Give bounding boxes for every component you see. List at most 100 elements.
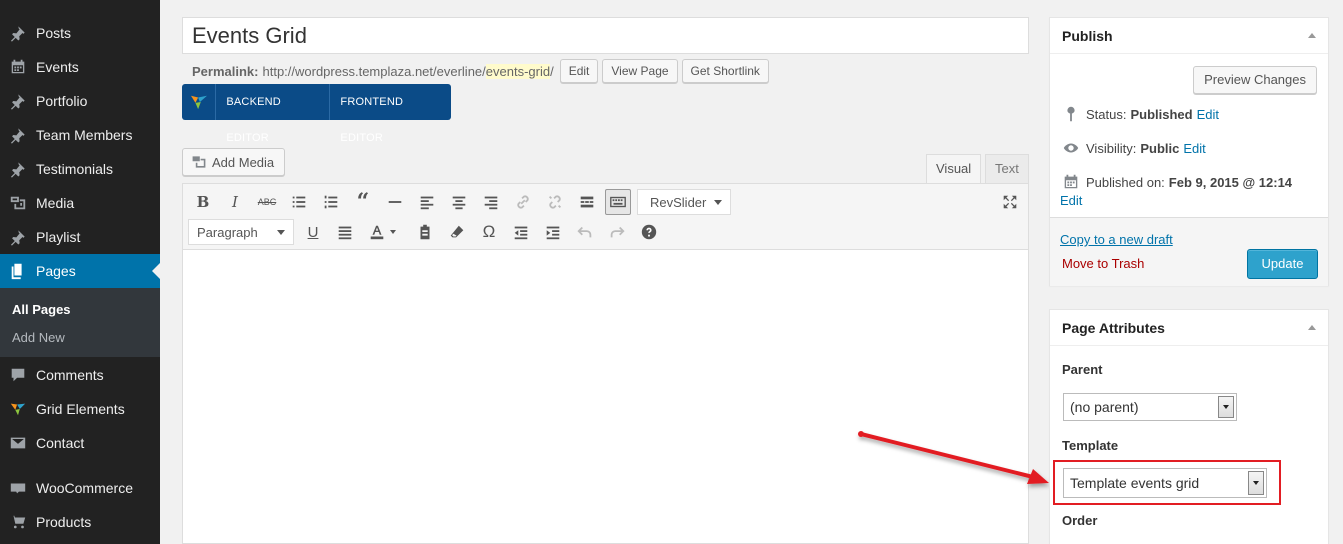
page-attributes-heading[interactable]: Page Attributes: [1050, 310, 1328, 346]
undo-icon[interactable]: [572, 219, 598, 245]
template-highlight-box: [1053, 460, 1281, 505]
read-more-icon[interactable]: [574, 189, 600, 215]
status-row: Status: Published Edit: [1062, 105, 1219, 123]
products-icon: [0, 513, 36, 531]
eye-icon: [1063, 143, 1079, 153]
bulleted-list-icon[interactable]: [286, 189, 312, 215]
collapse-arrow-icon[interactable]: [1308, 325, 1316, 330]
sidebar-item-events[interactable]: Events: [0, 50, 160, 84]
help-icon[interactable]: [636, 219, 662, 245]
paste-text-icon[interactable]: [412, 219, 438, 245]
add-media-button[interactable]: Add Media: [182, 148, 286, 176]
permalink-base[interactable]: http://wordpress.templaza.net/everline/: [262, 64, 485, 79]
redo-icon[interactable]: [604, 219, 630, 245]
sidebar-item-label: Pages: [36, 263, 76, 279]
add-media-icon: [192, 156, 206, 168]
woo-icon: [0, 479, 36, 497]
frontend-editor-button[interactable]: FRONTEND EDITOR: [330, 84, 451, 144]
outdent-icon[interactable]: [508, 219, 534, 245]
copy-to-draft-link[interactable]: Copy to a new draft: [1060, 232, 1173, 247]
permalink-row: Permalink: http://wordpress.templaza.net…: [192, 58, 769, 84]
permalink-label: Permalink:: [192, 63, 259, 79]
italic-icon[interactable]: I: [222, 189, 248, 215]
clear-formatting-icon[interactable]: [444, 219, 470, 245]
tab-text[interactable]: Text: [985, 154, 1029, 183]
preview-changes-button[interactable]: Preview Changes: [1193, 66, 1317, 94]
sidebar-item-posts[interactable]: Posts: [0, 16, 160, 50]
grid-elements-icon: [0, 400, 36, 418]
sidebar-item-pages[interactable]: Pages: [0, 254, 160, 288]
sidebar-item-woocommerce[interactable]: WooCommerce: [0, 471, 160, 505]
sidebar-item-testimonials[interactable]: Testimonials: [0, 152, 160, 186]
backend-editor-button[interactable]: BACKEND EDITOR: [216, 84, 331, 144]
numbered-list-icon[interactable]: [318, 189, 344, 215]
justify-icon[interactable]: [332, 219, 358, 245]
underline-icon[interactable]: U: [300, 219, 326, 245]
editor-content-area[interactable]: [183, 250, 1028, 543]
pin-icon: [0, 24, 36, 42]
update-button[interactable]: Update: [1247, 249, 1318, 279]
tab-visual[interactable]: Visual: [926, 154, 982, 183]
pin-icon: [0, 160, 36, 178]
fullscreen-icon[interactable]: [997, 189, 1023, 215]
sidebar-item-label: Playlist: [36, 229, 81, 245]
submenu-add-new[interactable]: Add New: [12, 330, 65, 345]
special-character-icon[interactable]: Ω: [476, 219, 502, 245]
media-icon: [0, 194, 36, 212]
edit-visibility-link[interactable]: Edit: [1183, 141, 1205, 156]
bold-icon[interactable]: B: [190, 189, 216, 215]
sidebar-item-products[interactable]: Products: [0, 505, 160, 539]
chevron-down-icon: [714, 200, 722, 205]
visual-composer-logo-icon[interactable]: [182, 84, 217, 120]
annotation-arrow: [858, 431, 1049, 484]
sidebar-item-media[interactable]: Media: [0, 186, 160, 220]
pin-icon: [0, 126, 36, 144]
blockquote-icon[interactable]: “: [350, 189, 376, 215]
edit-slug-button[interactable]: Edit: [559, 59, 599, 83]
text-color-icon[interactable]: [364, 219, 400, 245]
format-label: Paragraph: [197, 224, 258, 240]
publish-box: Publish Preview Changes Status: Published…: [1049, 17, 1329, 286]
admin-sidebar: Posts Events Portfolio Team Members Test…: [0, 0, 160, 544]
permalink-trail: /: [550, 63, 554, 79]
align-left-icon[interactable]: [414, 189, 440, 215]
get-shortlink-button[interactable]: Get Shortlink: [681, 59, 769, 83]
pages-submenu: All Pages Add New: [0, 288, 160, 357]
align-right-icon[interactable]: [478, 189, 504, 215]
submenu-all-pages[interactable]: All Pages: [12, 302, 71, 317]
sidebar-item-comments[interactable]: Comments: [0, 358, 160, 392]
align-center-icon[interactable]: [446, 189, 472, 215]
title-input[interactable]: [182, 17, 1029, 54]
visibility-row: Visibility: Public Edit: [1062, 139, 1206, 157]
permalink-slug[interactable]: events-grid: [485, 63, 551, 79]
sidebar-item-label: Products: [36, 514, 92, 530]
revslider-dropdown[interactable]: RevSlider: [637, 189, 731, 215]
template-label: Template: [1062, 438, 1119, 453]
horizontal-line-icon[interactable]: [382, 189, 408, 215]
sidebar-item-contact[interactable]: Contact: [0, 426, 160, 460]
parent-select[interactable]: (no parent): [1063, 393, 1237, 421]
parent-label: Parent: [1062, 362, 1103, 377]
view-page-button[interactable]: View Page: [602, 59, 678, 83]
page-attributes-box: Page Attributes Parent (no parent) Templ…: [1049, 309, 1329, 544]
sidebar-item-playlist[interactable]: Playlist: [0, 220, 160, 254]
toolbar-toggle-icon[interactable]: [605, 189, 631, 215]
sidebar-item-team-members[interactable]: Team Members: [0, 118, 160, 152]
edit-date-link[interactable]: Edit: [1060, 193, 1082, 208]
parent-value: (no parent): [1070, 399, 1139, 415]
published-on-row: Published on: Feb 9, 2015 @ 12:14: [1062, 173, 1296, 191]
unlink-icon[interactable]: [542, 189, 568, 215]
move-to-trash-link[interactable]: Move to Trash: [1062, 256, 1144, 271]
edit-status-link[interactable]: Edit: [1197, 107, 1219, 122]
sidebar-item-grid-elements[interactable]: Grid Elements: [0, 392, 160, 426]
strikethrough-icon[interactable]: ABC: [254, 189, 280, 215]
sidebar-item-portfolio[interactable]: Portfolio: [0, 84, 160, 118]
published-on-value: Feb 9, 2015 @ 12:14: [1168, 174, 1293, 190]
publish-heading[interactable]: Publish: [1050, 18, 1328, 54]
indent-icon[interactable]: [540, 219, 566, 245]
revslider-label: RevSlider: [650, 194, 707, 210]
insert-link-icon[interactable]: [510, 189, 536, 215]
collapse-arrow-icon[interactable]: [1308, 33, 1316, 38]
status-label: Status:: [1086, 106, 1127, 122]
format-dropdown[interactable]: Paragraph: [188, 219, 294, 245]
